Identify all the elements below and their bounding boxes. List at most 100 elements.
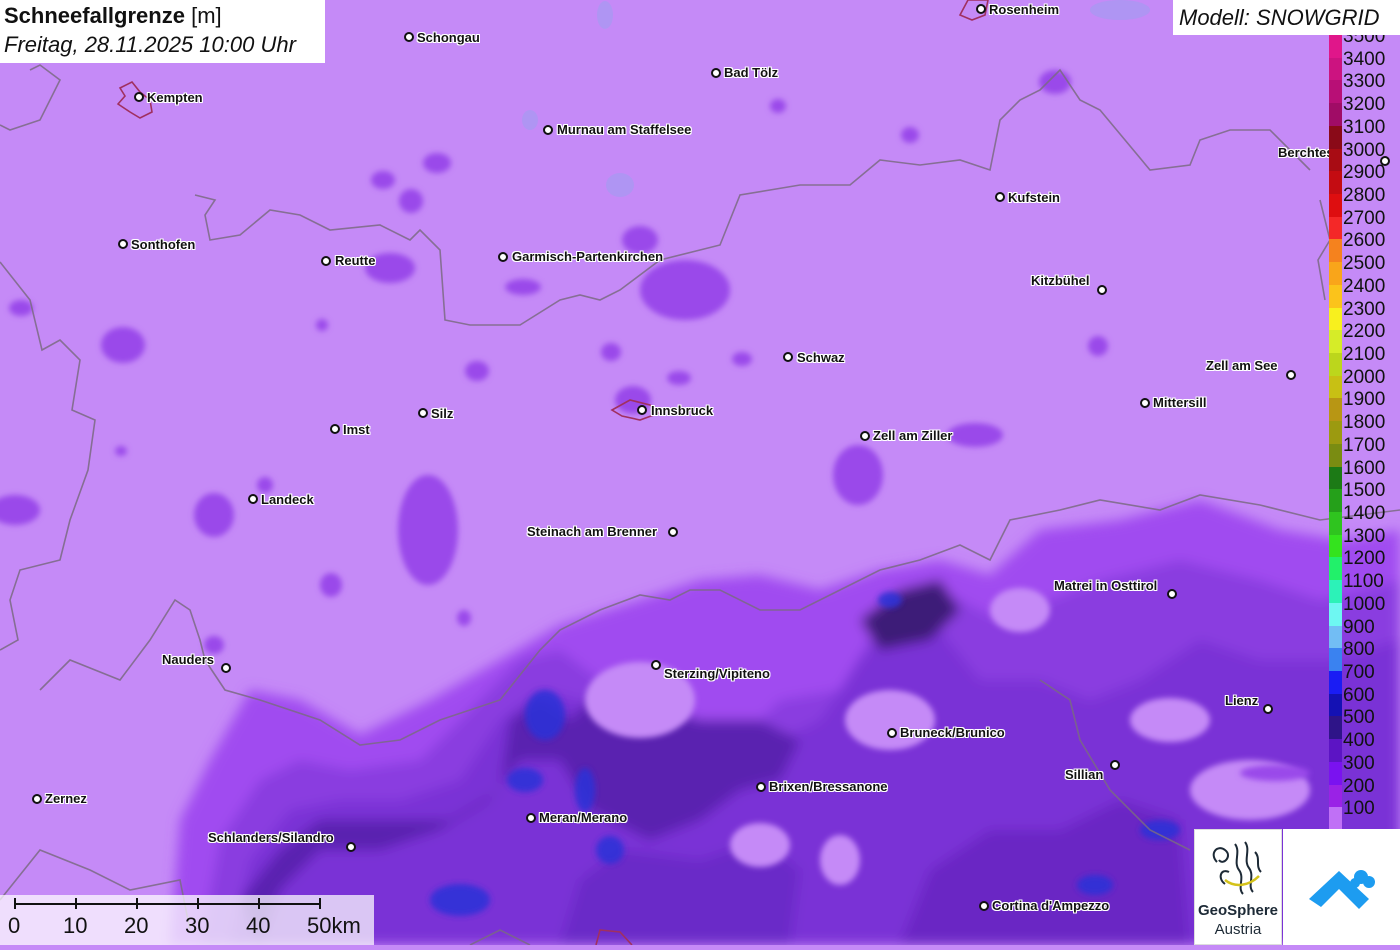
city-marker xyxy=(321,256,331,266)
legend-entry: 900 xyxy=(1328,615,1400,650)
legend-entry: 3000 xyxy=(1328,138,1400,173)
city-marker xyxy=(1097,285,1107,295)
city-label: Imst xyxy=(343,422,370,437)
legend-entry: 1800 xyxy=(1328,410,1400,445)
legend-entry: 1000 xyxy=(1328,592,1400,627)
app-logo[interactable] xyxy=(1283,829,1400,945)
scale-bar-tick xyxy=(75,898,77,909)
city-marker xyxy=(783,352,793,362)
legend-entry: 1300 xyxy=(1328,524,1400,559)
legend-entry: 1500 xyxy=(1328,478,1400,513)
scale-bar-line xyxy=(14,903,320,905)
legend-label: 600 xyxy=(1343,684,1375,706)
city-marker xyxy=(32,794,42,804)
city-label: Landeck xyxy=(261,492,314,507)
legend-entry: 3100 xyxy=(1328,115,1400,150)
scale-bar-tick xyxy=(258,898,260,909)
scale-bar-tick xyxy=(319,898,321,909)
city-marker xyxy=(995,192,1005,202)
city-marker xyxy=(404,32,414,42)
legend-label: 2600 xyxy=(1343,230,1386,252)
legend-label: 2300 xyxy=(1343,298,1386,320)
legend-label: 900 xyxy=(1343,616,1375,638)
geosphere-logo-text: GeoSphere xyxy=(1197,902,1279,919)
legend-label: 1400 xyxy=(1343,503,1386,524)
city-label: Cortina d'Ampezzo xyxy=(992,898,1110,913)
city-label: Matrei in Osttirol xyxy=(1054,578,1158,593)
city-marker xyxy=(887,728,897,738)
geosphere-logo-subtext: Austria xyxy=(1214,921,1262,938)
city-marker xyxy=(221,663,231,673)
city-label: Rosenheim xyxy=(989,2,1060,17)
city-label: Steinach am Brenner xyxy=(527,524,658,539)
snowfall-line-map[interactable] xyxy=(0,0,1400,945)
legend-label: 200 xyxy=(1343,775,1375,797)
city-label: Sillian xyxy=(1065,767,1104,782)
legend-label: 2900 xyxy=(1343,162,1386,184)
city-marker xyxy=(1167,589,1177,599)
city-marker xyxy=(976,4,986,14)
legend-entry: 1700 xyxy=(1328,433,1400,468)
city-label: Mittersill xyxy=(1153,395,1207,410)
city-label: Kitzbühel xyxy=(1031,273,1090,288)
legend-entry: 3200 xyxy=(1328,92,1400,127)
legend-label: 1900 xyxy=(1343,389,1386,411)
city-label: Zernez xyxy=(45,791,87,806)
legend-label: 1600 xyxy=(1343,457,1386,479)
city-label: Meran/Merano xyxy=(539,810,628,825)
city-marker xyxy=(668,527,678,537)
city-label: Schwaz xyxy=(797,350,845,365)
city-label: Bad Tölz xyxy=(724,65,779,80)
city-label: Brixen/Bressanone xyxy=(769,779,888,794)
legend-label: 1200 xyxy=(1343,548,1386,570)
scale-bar-label: 50km xyxy=(307,913,361,938)
legend-entry: 200 xyxy=(1328,774,1400,809)
city-marker xyxy=(248,494,258,504)
legend-label: 100 xyxy=(1343,798,1375,820)
legend-entry: 400 xyxy=(1328,728,1400,763)
legend-entry: 1400 xyxy=(1328,501,1400,536)
city-marker xyxy=(543,125,553,135)
mountain-cloud-icon xyxy=(1309,870,1375,909)
city-marker xyxy=(651,660,661,670)
legend-label: 1500 xyxy=(1343,480,1386,502)
city-label: Kempten xyxy=(147,90,203,105)
map-title-box: Schneefallgrenze [m] Freitag, 28.11.2025… xyxy=(0,0,325,63)
city-marker xyxy=(1140,398,1150,408)
city-marker xyxy=(118,239,128,249)
city-marker xyxy=(526,813,536,823)
city-label: Sonthofen xyxy=(131,237,196,252)
city-label: Schlanders/Silandro xyxy=(208,830,334,845)
geosphere-logo[interactable]: GeoSphere Austria xyxy=(1194,829,1282,945)
legend-swatch xyxy=(1329,807,1342,830)
city-marker xyxy=(756,782,766,792)
city-label: Murnau am Staffelsee xyxy=(557,122,692,137)
scale-bar-label: 0 xyxy=(8,913,21,938)
legend-entry: 500 xyxy=(1328,705,1400,741)
legend-entry: 3400 xyxy=(1328,47,1400,82)
city-marker xyxy=(418,408,428,418)
legend-label: 2400 xyxy=(1343,275,1386,297)
city-marker xyxy=(134,92,144,102)
color-legend: 3500 3400 3300 3200 3100 3000 2900 2800 2700 2600… xyxy=(1328,35,1400,830)
city-label: Zell am See xyxy=(1206,358,1278,373)
legend-entry: 2000 xyxy=(1328,365,1400,400)
legend-entry: 100 xyxy=(1328,796,1400,830)
city-marker xyxy=(637,405,647,415)
legend-entry: 1200 xyxy=(1328,546,1400,582)
legend-entry: 800 xyxy=(1328,637,1400,672)
legend-label: 2200 xyxy=(1343,321,1386,343)
legend-label: 1800 xyxy=(1343,412,1386,434)
city-label: Berchtesgaden xyxy=(1278,145,1330,160)
city-marker xyxy=(711,68,721,78)
legend-entry: 2900 xyxy=(1328,160,1400,195)
legend-label: 2700 xyxy=(1343,207,1386,229)
city-marker xyxy=(346,842,356,852)
city-marker xyxy=(979,901,989,911)
legend-entry: 2800 xyxy=(1328,183,1400,218)
legend-label: 3000 xyxy=(1343,139,1386,161)
legend-entry: 2300 xyxy=(1328,297,1400,332)
city-label: Zell am Ziller xyxy=(873,428,953,443)
city-marker xyxy=(1263,704,1273,714)
city-label: Innsbruck xyxy=(651,403,714,418)
